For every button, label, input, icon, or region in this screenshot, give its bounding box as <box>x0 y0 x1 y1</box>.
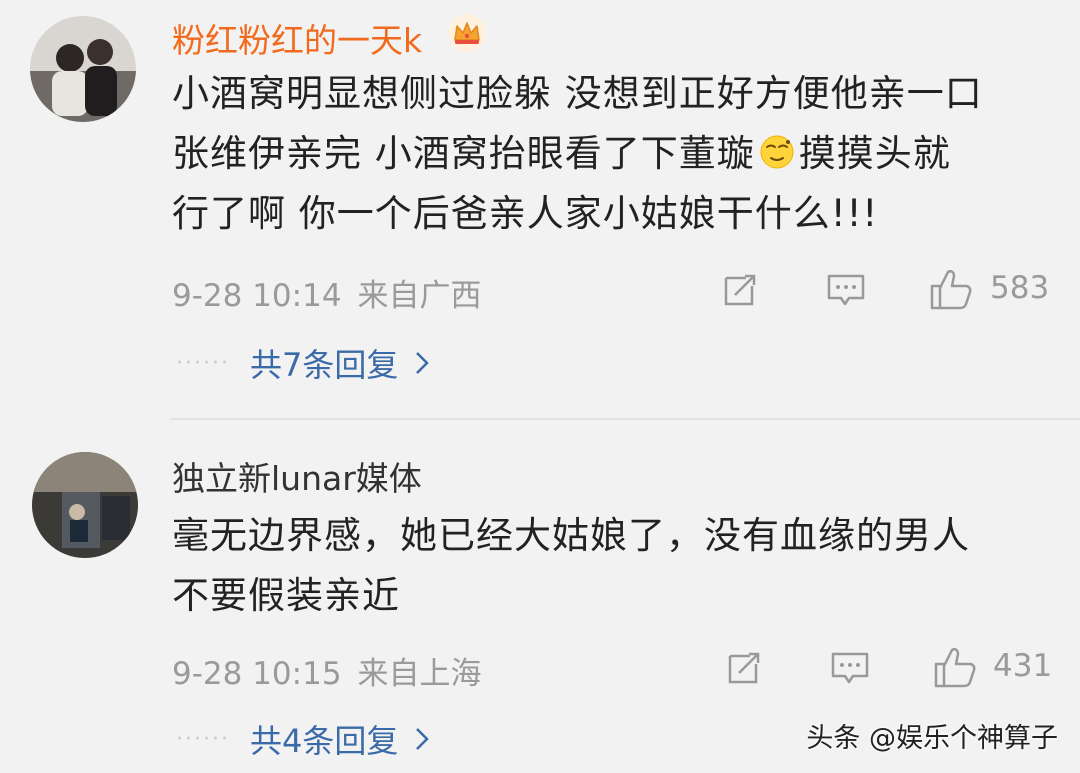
comment-line: 张维伊亲完 小酒窝抬眼看了下董璇 摸摸头就 <box>172 124 1052 184</box>
repost-icon <box>724 274 756 306</box>
username[interactable]: 独立新lunar媒体 <box>172 452 422 500</box>
replies-label: 共4条回复 <box>249 722 399 760</box>
repost-button[interactable] <box>724 648 764 688</box>
comment-text-fragment: 张维伊亲完 小酒窝抬眼看了下董璇 <box>172 132 755 175</box>
comment-button[interactable] <box>829 648 871 688</box>
dizzy-face-icon <box>760 135 794 169</box>
thumbs-up-icon <box>934 647 976 688</box>
comment-icon <box>831 652 869 684</box>
replies-label: 共7条回复 <box>249 346 399 384</box>
comment-location: 来自广西 <box>357 278 482 314</box>
dots-divider: ······ <box>176 350 230 376</box>
comment-icon <box>827 274 865 306</box>
comment-meta: 9-28 10:15 来自上海 <box>172 648 482 693</box>
watermark: 头条 @娱乐个神算子 <box>806 723 1058 754</box>
comment-line: 行了啊 你一个后爸亲人家小姑娘干什么!!! <box>172 192 879 235</box>
like-count: 583 <box>990 270 1050 306</box>
like-count: 431 <box>993 648 1053 684</box>
dots-divider: ······ <box>176 726 230 752</box>
crown-icon <box>448 14 486 52</box>
repost-icon <box>728 652 760 684</box>
avatar[interactable] <box>32 452 138 558</box>
comment-button[interactable] <box>825 270 867 310</box>
like-button[interactable] <box>928 266 974 312</box>
comment-date: 9-28 10:14 <box>172 278 342 314</box>
chevron-right-icon <box>416 728 430 750</box>
comment-location: 来自上海 <box>357 656 482 692</box>
thumbs-up-icon <box>930 269 972 310</box>
comment-text-fragment: 摸摸头就 <box>798 132 951 175</box>
comment-meta: 9-28 10:14 来自广西 <box>172 270 482 315</box>
comment-line: 毫无边界感，她已经大姑娘了，没有血缘的男人 <box>172 514 970 557</box>
comment-line: 小酒窝明显想侧过脸躲 没想到正好方便他亲一口 <box>172 72 983 115</box>
username[interactable]: 粉红粉红的一天k <box>172 14 422 62</box>
comment-date: 9-28 10:15 <box>172 656 342 692</box>
chevron-right-icon <box>416 352 430 374</box>
view-replies-link[interactable]: ······ 共4条回复 <box>176 716 430 762</box>
comment-text: 小酒窝明显想侧过脸躲 没想到正好方便他亲一口 张维伊亲完 小酒窝抬眼看了下董璇摸… <box>172 64 1052 244</box>
comment-text: 毫无边界感，她已经大姑娘了，没有血缘的男人 不要假装亲近 <box>172 506 1052 626</box>
comment-item: 粉红粉红的一天k 小酒窝明显想侧过脸躲 没想到正好方便他亲一口 张维伊亲完 小酒… <box>0 0 1080 418</box>
like-button[interactable] <box>932 644 978 690</box>
comment-line: 不要假装亲近 <box>172 574 400 617</box>
view-replies-link[interactable]: ······ 共7条回复 <box>176 340 430 386</box>
repost-button[interactable] <box>720 270 760 310</box>
avatar[interactable] <box>30 16 136 122</box>
